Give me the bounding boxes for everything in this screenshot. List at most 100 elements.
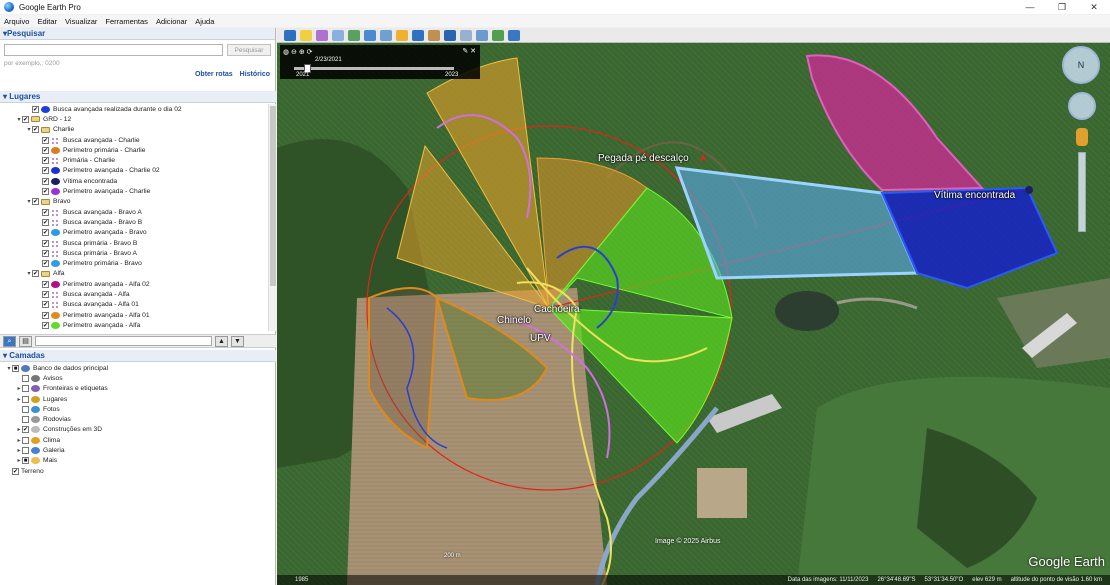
map-view[interactable]: ◍ ⊖ ⊕ ⟳ ✎ ✕ 2/23/2021 2021 2023 Pegada p… bbox=[277, 28, 1110, 585]
place-item[interactable]: ✔ Busca primária - Bravo A bbox=[0, 248, 268, 258]
close-slider-icon[interactable]: ✎ ✕ bbox=[462, 47, 476, 55]
layer-item[interactable]: Rodovias bbox=[0, 414, 268, 424]
place-checkbox[interactable]: ✔ bbox=[42, 290, 49, 298]
place-checkbox[interactable]: ✔ bbox=[22, 115, 29, 123]
place-checkbox[interactable]: ✔ bbox=[42, 136, 49, 144]
history-link[interactable]: Histórico bbox=[240, 71, 270, 78]
layer-checkbox[interactable] bbox=[22, 416, 29, 424]
search-panel-header[interactable]: ▾Pesquisar bbox=[0, 28, 275, 40]
place-checkbox[interactable]: ✔ bbox=[42, 157, 49, 165]
label-pegada[interactable]: Pegada pé descalço bbox=[598, 153, 689, 164]
record-tour-icon[interactable] bbox=[364, 29, 376, 41]
place-checkbox[interactable]: ✔ bbox=[42, 301, 49, 309]
layer-item[interactable]: ▸ Lugares bbox=[0, 394, 268, 404]
print-icon[interactable] bbox=[460, 29, 472, 41]
places-search-icon[interactable]: ⌕ bbox=[3, 335, 16, 347]
place-checkbox[interactable]: ✔ bbox=[32, 270, 39, 278]
save-image-icon[interactable] bbox=[476, 29, 488, 41]
ruler-icon[interactable] bbox=[428, 29, 440, 41]
sidebar-toggle-icon[interactable] bbox=[284, 29, 296, 41]
place-checkbox[interactable]: ✔ bbox=[32, 105, 39, 113]
place-item[interactable]: ✔ Perímetro avançada - Alfa 02 bbox=[0, 279, 268, 289]
places-scroll-thumb[interactable] bbox=[270, 106, 276, 286]
place-item[interactable]: ✔ Perímetro avançada - Alfa 01 bbox=[0, 310, 268, 320]
label-upv[interactable]: UPV bbox=[530, 333, 551, 344]
planets-icon[interactable] bbox=[412, 29, 424, 41]
zoom-slider[interactable] bbox=[1078, 152, 1086, 232]
layer-item[interactable]: ▸ ■ Mais bbox=[0, 456, 268, 466]
layer-checkbox[interactable] bbox=[22, 395, 29, 403]
place-checkbox[interactable]: ✔ bbox=[42, 311, 49, 319]
email-icon[interactable] bbox=[444, 29, 456, 41]
place-item[interactable]: ✔ Busca avançada - Charlie bbox=[0, 135, 268, 145]
zoom-icons[interactable]: ◍ ⊖ ⊕ ⟳ bbox=[283, 48, 313, 56]
menu-ferramentas[interactable]: Ferramentas bbox=[105, 17, 148, 26]
maximize-button[interactable]: ❐ bbox=[1046, 0, 1078, 14]
place-item[interactable]: ✔ Busca avançada - Bravo A bbox=[0, 207, 268, 217]
layers-panel-header[interactable]: ▾ Camadas bbox=[0, 350, 276, 362]
places-scrollbar[interactable] bbox=[268, 104, 276, 331]
place-item[interactable]: ▾ ✔ Bravo bbox=[0, 197, 268, 207]
place-item[interactable]: ✔ Busca avançada - Alfa 01 bbox=[0, 300, 268, 310]
overlay-icon[interactable] bbox=[348, 29, 360, 41]
sidebar-toggle-icon[interactable]: ▤ bbox=[19, 335, 32, 347]
place-item[interactable]: ▾ ✔ Charlie bbox=[0, 125, 268, 135]
satellite-imagery[interactable] bbox=[277, 28, 1110, 585]
menu-adicionar[interactable]: Adicionar bbox=[156, 17, 187, 26]
places-panel-header[interactable]: ▾ Lugares bbox=[0, 91, 276, 103]
search-input[interactable] bbox=[4, 44, 223, 56]
layer-item[interactable]: Fotos bbox=[0, 404, 268, 414]
layer-checkbox[interactable]: ■ bbox=[22, 457, 29, 465]
layer-item[interactable]: ▾ ■ Banco de dados principal bbox=[0, 363, 268, 373]
place-checkbox[interactable]: ✔ bbox=[32, 126, 39, 134]
layer-checkbox[interactable] bbox=[22, 374, 29, 382]
path-icon[interactable] bbox=[332, 29, 344, 41]
placemark-icon[interactable] bbox=[300, 29, 312, 41]
historical-imagery-icon[interactable] bbox=[380, 29, 392, 41]
place-checkbox[interactable]: ✔ bbox=[42, 208, 49, 216]
menu-ajuda[interactable]: Ajuda bbox=[195, 17, 214, 26]
place-checkbox[interactable]: ✔ bbox=[42, 321, 49, 329]
place-item[interactable]: ▾ ✔ GRD - 12 bbox=[0, 114, 268, 124]
historical-imagery-slider[interactable]: ◍ ⊖ ⊕ ⟳ ✎ ✕ 2/23/2021 2021 2023 bbox=[280, 45, 480, 79]
layer-item[interactable]: ✔ Terreno bbox=[0, 466, 268, 476]
get-directions-link[interactable]: Obter rotas bbox=[195, 71, 233, 78]
sun-icon[interactable] bbox=[396, 29, 408, 41]
place-item[interactable]: ✔ Perímetro avançada - Charlie bbox=[0, 186, 268, 196]
web-icon[interactable] bbox=[508, 29, 520, 41]
places-filter-input[interactable] bbox=[35, 336, 212, 346]
move-up-icon[interactable]: ▲ bbox=[215, 335, 228, 347]
place-item[interactable]: ✔ Perímetro avançada - Alfa bbox=[0, 320, 268, 330]
place-checkbox[interactable]: ✔ bbox=[32, 198, 39, 206]
place-checkbox[interactable]: ✔ bbox=[42, 218, 49, 226]
layer-item[interactable]: Avisos bbox=[0, 373, 268, 383]
place-item[interactable]: ✔ Primária - Charlie bbox=[0, 155, 268, 165]
label-vitima[interactable]: Vítima encontrada bbox=[934, 190, 1015, 201]
close-button[interactable]: ✕ bbox=[1078, 0, 1110, 14]
layer-item[interactable]: ▸ Fronteiras e etiquetas bbox=[0, 384, 268, 394]
history-track[interactable] bbox=[294, 64, 454, 73]
place-item[interactable]: ✔ Perímetro primária - Bravo bbox=[0, 258, 268, 268]
place-checkbox[interactable]: ✔ bbox=[42, 260, 49, 268]
polygon-icon[interactable] bbox=[316, 29, 328, 41]
menu-visualizar[interactable]: Visualizar bbox=[65, 17, 97, 26]
layer-item[interactable]: ▸ Clima bbox=[0, 435, 268, 445]
place-checkbox[interactable]: ✔ bbox=[42, 177, 49, 185]
layer-item[interactable]: ▸ Galeria bbox=[0, 445, 268, 455]
layer-checkbox[interactable] bbox=[22, 405, 29, 413]
place-item[interactable]: ✔ Busca avançada - Bravo B bbox=[0, 217, 268, 227]
place-item[interactable]: ✔ Vítima encontrada bbox=[0, 176, 268, 186]
pegman-icon[interactable] bbox=[1076, 128, 1088, 146]
label-chinelo[interactable]: Chinelo bbox=[497, 315, 531, 326]
place-item[interactable]: ✔ Busca primária - Bravo B bbox=[0, 238, 268, 248]
layer-checkbox[interactable]: ✔ bbox=[22, 426, 29, 434]
layer-checkbox[interactable] bbox=[22, 436, 29, 444]
menu-arquivo[interactable]: Arquivo bbox=[4, 17, 29, 26]
layer-item[interactable]: ▸ ✔ Construções em 3D bbox=[0, 425, 268, 435]
place-checkbox[interactable]: ✔ bbox=[42, 229, 49, 237]
minimize-button[interactable]: — bbox=[1014, 0, 1046, 14]
layer-checkbox[interactable] bbox=[22, 385, 29, 393]
place-item[interactable]: ✔ Perímetro avançada - Bravo bbox=[0, 228, 268, 238]
search-button[interactable]: Pesquisar bbox=[227, 44, 271, 56]
tour-button[interactable]: 1985 bbox=[277, 577, 308, 583]
